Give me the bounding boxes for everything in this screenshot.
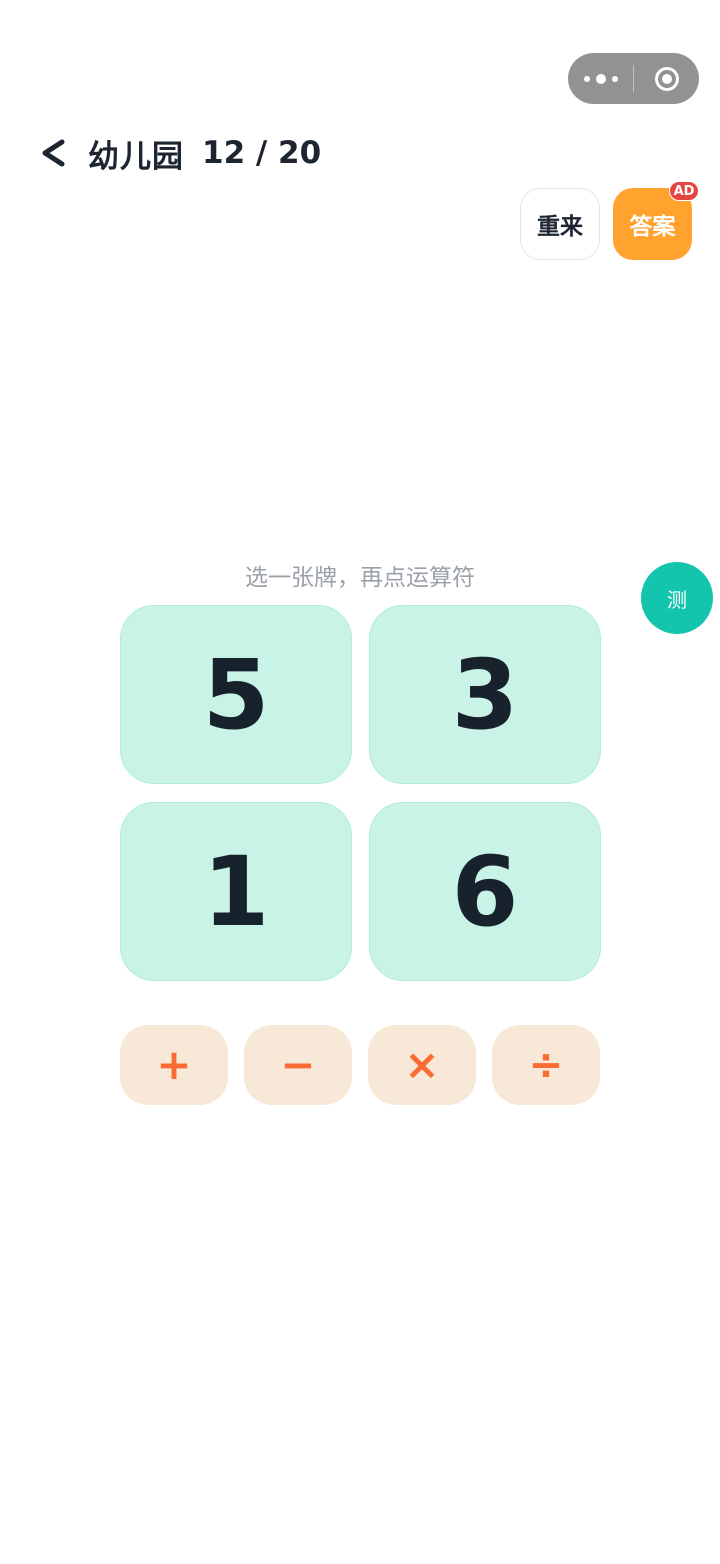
page-header: 幼儿园 12 / 20	[40, 130, 321, 176]
restart-button[interactable]: 重来	[520, 188, 600, 260]
card-value: 3	[451, 638, 519, 751]
answer-label: 答案	[629, 214, 676, 240]
divide-icon: ÷	[528, 1040, 564, 1089]
plus-button[interactable]: +	[120, 1025, 228, 1105]
card-value: 1	[202, 835, 270, 948]
number-card[interactable]: 3	[369, 605, 601, 784]
card-value: 6	[451, 835, 519, 948]
chevron-left-icon	[42, 139, 65, 167]
number-card[interactable]: 6	[369, 802, 601, 981]
multiply-button[interactable]: ×	[368, 1025, 476, 1105]
minus-button[interactable]: −	[244, 1025, 352, 1105]
more-dots-icon[interactable]	[568, 53, 633, 104]
ad-badge: AD	[669, 181, 699, 201]
plus-icon: +	[156, 1040, 192, 1089]
back-button[interactable]	[40, 130, 70, 176]
divide-button[interactable]: ÷	[492, 1025, 600, 1105]
restart-label: 重来	[537, 214, 583, 240]
instruction-hint: 选一张牌，再点运算符	[245, 565, 475, 591]
target-circle-icon[interactable]	[634, 53, 699, 104]
miniprogram-capsule	[568, 53, 699, 104]
multiply-icon: ×	[404, 1040, 440, 1089]
test-button-label: 测	[667, 587, 687, 612]
test-button[interactable]: 测	[641, 562, 713, 634]
number-card[interactable]: 1	[120, 802, 352, 981]
minus-icon: −	[280, 1040, 316, 1089]
card-value: 5	[202, 638, 270, 751]
level-progress: 12 / 20	[202, 135, 322, 171]
number-card[interactable]: 5	[120, 605, 352, 784]
level-name: 幼儿园	[88, 138, 184, 175]
